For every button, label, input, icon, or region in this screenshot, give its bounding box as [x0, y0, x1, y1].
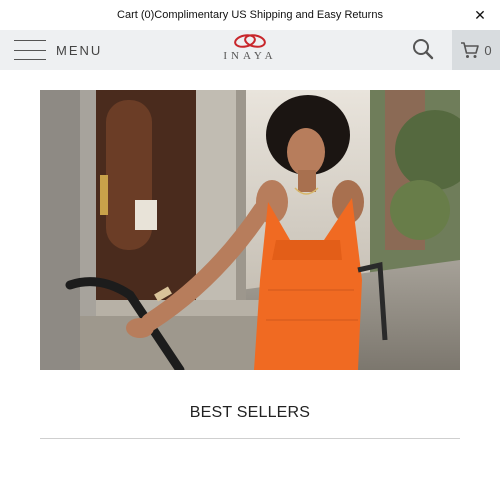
cart-count: 0: [484, 42, 492, 58]
menu-label: MENU: [56, 42, 103, 58]
announcement-bar: Cart (0)Complimentary US Shipping and Ea…: [0, 0, 500, 30]
menu-button[interactable]: MENU: [14, 39, 102, 61]
site-logo[interactable]: INAYA: [210, 33, 290, 69]
hero-image[interactable]: [40, 90, 460, 370]
logo-mark-icon: [234, 34, 266, 48]
logo-wordmark: INAYA: [223, 50, 277, 62]
section-divider: [40, 438, 460, 439]
hero-photo: [40, 90, 460, 370]
search-button[interactable]: [412, 38, 436, 62]
announcement-text[interactable]: Cart (0)Complimentary US Shipping and Ea…: [117, 9, 383, 21]
best-sellers-title: BEST SELLERS: [189, 404, 311, 421]
search-icon: [413, 39, 434, 60]
cart-button[interactable]: 0: [452, 30, 500, 70]
cart-icon: [461, 42, 480, 58]
hamburger-icon: [14, 40, 46, 60]
close-icon[interactable]: ✕: [472, 7, 488, 23]
